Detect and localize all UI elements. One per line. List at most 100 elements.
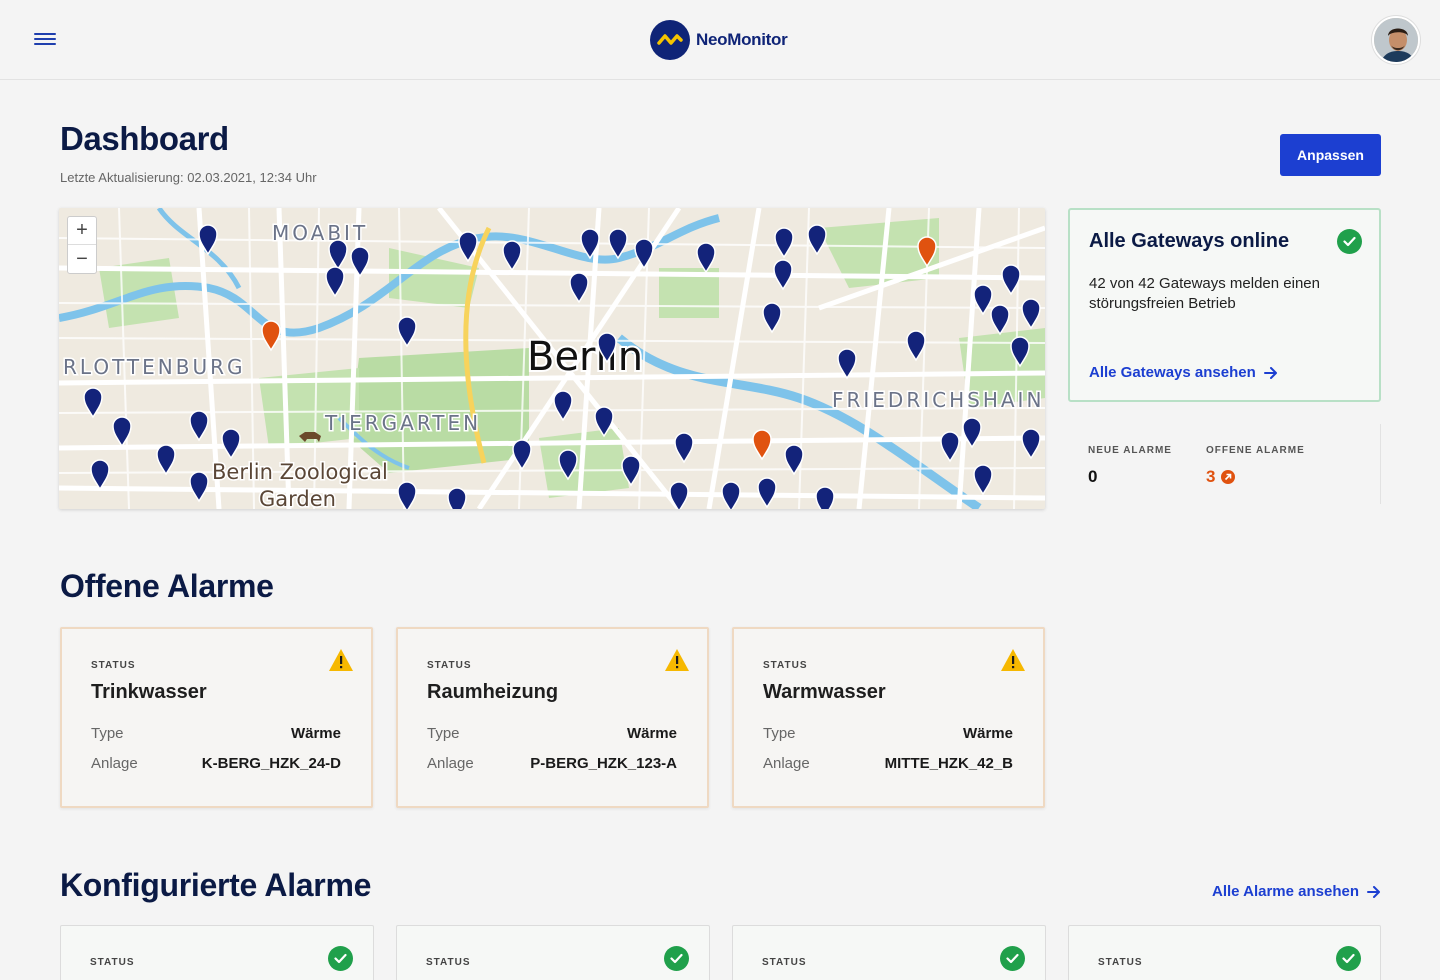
map-marker-alarm[interactable] [261,320,281,352]
status-label: STATUS [763,660,808,671]
alarm-type-row: Type Wärme [91,725,341,742]
plant-label: Anlage [427,755,474,772]
map-marker[interactable] [458,231,478,263]
map-marker[interactable] [397,481,417,509]
map-marker[interactable] [397,316,417,348]
map-marker[interactable] [569,272,589,304]
alarm-type-row: Type Wärme [427,725,677,742]
alarm-name: Warmwasser [763,681,886,703]
map-marker[interactable] [837,348,857,380]
map-marker[interactable] [815,486,835,509]
map-marker[interactable] [621,455,641,487]
map-marker[interactable] [328,239,348,271]
status-label: STATUS [90,957,135,968]
map-marker[interactable] [198,224,218,256]
warning-icon [665,649,689,671]
user-avatar[interactable] [1372,16,1420,64]
alarm-name: Trinkwasser [91,681,207,703]
map-marker[interactable] [90,459,110,491]
map-marker[interactable] [973,464,993,496]
customize-button[interactable]: Anpassen [1280,134,1381,176]
configured-alarm-card[interactable]: STATUS [1068,925,1381,980]
gateway-status-text: 42 von 42 Gateways melden einen störungs… [1089,275,1320,312]
map-marker[interactable] [189,410,209,442]
map-marker[interactable] [580,228,600,260]
map-marker[interactable] [1001,264,1021,296]
map-marker[interactable] [502,240,522,272]
map-marker[interactable] [669,481,689,509]
configured-alarm-card[interactable]: STATUS [732,925,1046,980]
map-marker[interactable] [990,304,1010,336]
alarm-card[interactable]: STATUS Trinkwasser Type Wärme Anlage K-BER… [60,627,373,808]
type-label: Type [427,725,460,742]
map-marker[interactable] [221,428,241,460]
alarm-card[interactable]: STATUS Raumheizung Type Wärme Anlage P-BER… [396,627,709,808]
status-label: STATUS [1098,957,1143,968]
gateway-map[interactable]: + − MOABIT RLOTTENBURG TIERGARTEN FRIEDR… [59,208,1045,509]
map-marker[interactable] [757,477,777,509]
open-alarms-count[interactable]: 3 [1206,467,1236,487]
warning-icon [1001,649,1025,671]
map-marker[interactable] [773,259,793,291]
all-gateways-link[interactable]: Alle Gateways ansehen [1089,364,1278,381]
map-marker[interactable] [1010,336,1030,368]
map-marker[interactable] [512,439,532,471]
map-marker[interactable] [634,238,654,270]
map-marker[interactable] [1021,298,1041,330]
map-marker[interactable] [962,417,982,449]
map-marker[interactable] [594,406,614,438]
gateway-status-title: Alle Gateways online [1089,230,1290,252]
map-marker[interactable] [553,390,573,422]
map-marker[interactable] [558,449,578,481]
type-value: Wärme [290,725,341,742]
map-marker-alarm[interactable] [752,429,772,461]
brand-logo[interactable]: NeoMonitor [650,20,788,60]
plant-value: K-BERG_HZK_24-D [201,755,341,772]
warning-icon [329,649,353,671]
alarm-card[interactable]: STATUS Warmwasser Type Wärme Anlage MITTE_… [732,627,1045,808]
map-marker[interactable] [350,246,370,278]
plant-value: MITTE_HZK_42_B [884,755,1013,772]
alarm-stats: NEUE ALARME 0 OFFENE ALARME 3 [1068,424,1381,504]
page-title: Dashboard [60,120,229,157]
map-marker[interactable] [112,416,132,448]
arrow-right-icon [1367,885,1381,898]
map-marker[interactable] [447,487,467,509]
configured-alarms-heading: Konfigurierte Alarme [60,867,372,903]
map-marker[interactable] [83,387,103,419]
map-marker[interactable] [940,431,960,463]
configured-alarm-card[interactable]: STATUS [60,925,374,980]
top-bar: NeoMonitor [0,0,1440,80]
map-marker[interactable] [674,432,694,464]
last-updated: Letzte Aktualisierung: 02.03.2021, 12:34… [60,170,317,185]
map-marker[interactable] [156,444,176,476]
alarm-plant-row: Anlage P-BERG_HZK_123-A [427,755,677,772]
open-alarms-label: OFFENE ALARME [1206,445,1305,456]
check-circle-icon [664,946,689,971]
all-alarms-link[interactable]: Alle Alarme ansehen [1212,883,1381,900]
map-marker[interactable] [973,284,993,316]
map-marker[interactable] [807,224,827,256]
map-marker[interactable] [762,302,782,334]
arrow-right-icon [1263,366,1277,379]
map-marker[interactable] [597,332,617,364]
map-marker[interactable] [721,481,741,509]
map-marker[interactable] [608,228,628,260]
alarm-name: Raumheizung [427,681,559,703]
map-marker-alarm[interactable] [917,236,937,268]
map-marker[interactable] [906,330,926,362]
map-marker[interactable] [189,471,209,503]
open-alarms-value: 3 [1206,467,1216,486]
plant-value: P-BERG_HZK_123-A [530,755,677,772]
map-marker[interactable] [774,227,794,259]
configured-alarm-card[interactable]: STATUS [396,925,710,980]
map-marker[interactable] [325,266,345,298]
map-marker[interactable] [784,444,804,476]
all-alarms-link-label: Alle Alarme ansehen [1212,883,1360,900]
new-alarms-value: 0 [1088,467,1098,486]
map-marker[interactable] [696,242,716,274]
check-circle-icon [328,946,353,971]
map-marker[interactable] [1021,428,1041,460]
type-value: Wärme [962,725,1013,742]
hamburger-menu-icon[interactable] [34,30,56,50]
